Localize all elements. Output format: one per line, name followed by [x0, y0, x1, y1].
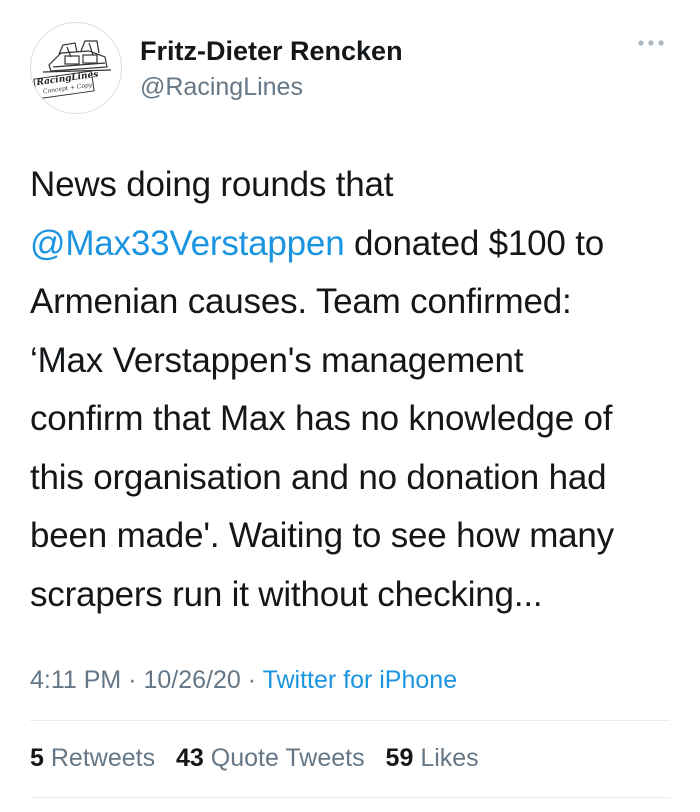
author-handle[interactable]: @RacingLines	[140, 70, 403, 104]
meta-separator: ·	[121, 666, 144, 694]
author-display-name[interactable]: Fritz-Dieter Rencken	[140, 34, 403, 68]
tweet-line: ‘Max Verstappen's management	[30, 340, 524, 380]
divider	[30, 797, 670, 798]
divider	[30, 720, 670, 721]
tweet-date[interactable]: 10/26/20	[143, 666, 240, 694]
retweets-count: 5	[30, 744, 44, 772]
likes-count: 59	[385, 744, 414, 772]
retweets-label: Retweets	[50, 744, 156, 772]
tweet-line: News doing rounds that	[30, 165, 394, 204]
retweets-stat[interactable]: 5 Retweets	[30, 740, 155, 776]
quote-tweets-label: Quote Tweets	[210, 744, 365, 772]
tweet-source-link[interactable]: Twitter for iPhone	[263, 666, 458, 694]
likes-stat[interactable]: 59 Likes	[386, 740, 479, 776]
tweet-line: this organisation and no donation had	[30, 457, 607, 497]
quote-tweets-stat[interactable]: 43 Quote Tweets	[176, 740, 365, 776]
tweet-meta: 4:11 PM · 10/26/20 · Twitter for iPhone	[30, 662, 457, 698]
tweet-stats: 5 Retweets 43 Quote Tweets 59 Likes	[30, 740, 493, 776]
tweet-time[interactable]: 4:11 PM	[30, 666, 121, 694]
mention-link[interactable]: @Max33Verstappen	[30, 224, 345, 263]
tweet-card: RacingLines Concept + Copy Fritz-Dieter …	[0, 0, 700, 812]
tweet-line-rest: donated $100 to	[344, 223, 605, 263]
quote-tweets-count: 43	[176, 744, 204, 772]
tweet-header: RacingLines Concept + Copy Fritz-Dieter …	[30, 22, 670, 114]
meta-separator: ·	[240, 666, 263, 694]
more-horizontal-icon	[638, 40, 664, 46]
author-names: Fritz-Dieter Rencken @RacingLines	[140, 34, 403, 104]
tweet-line: been made'. Waiting to see how many	[30, 516, 614, 555]
tweet-line: scrapers run it without checking...	[30, 574, 543, 614]
avatar[interactable]: RacingLines Concept + Copy	[30, 22, 122, 114]
tweet-line: confirm that Max has no knowledge of	[30, 399, 613, 438]
tweet-line: @Max33Verstappen donated $100 to	[30, 215, 675, 274]
likes-label: Likes	[420, 744, 479, 772]
more-options-button[interactable]	[634, 36, 668, 50]
racing-car-logo-icon	[33, 40, 112, 100]
tweet-text: News doing rounds that @Max33Verstappen …	[30, 156, 675, 624]
tweet-line: Armenian causes. Team confirmed:	[30, 282, 572, 321]
